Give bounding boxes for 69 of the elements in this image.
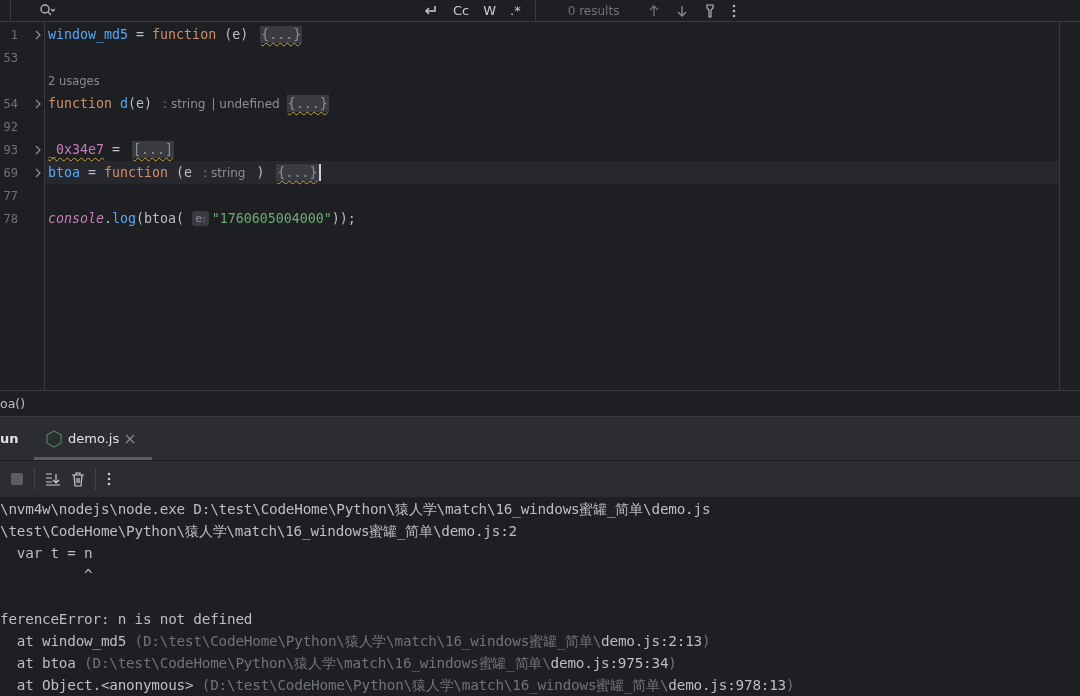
console-text: \nvm4w\nodejs\node.exe D:\test\CodeHome\Python\猿人学\match\16_windows蜜罐_简单\demo.js: [0, 500, 711, 520]
code-text: =: [135, 27, 146, 42]
code-text: ): [255, 165, 266, 180]
inlay-hint: | undefined: [210, 96, 281, 111]
code-text: =: [87, 165, 98, 180]
code-token: function: [104, 165, 169, 180]
search-option-toggle[interactable]: Cc: [453, 3, 470, 18]
console-text: var t = n: [15, 544, 93, 563]
usages-hint[interactable]: 2 usages: [48, 73, 100, 88]
code-token: "1760605004000": [211, 211, 332, 226]
console-text: demo.js:975:34: [550, 654, 669, 673]
code-token: d: [120, 96, 129, 111]
trash-icon[interactable]: [71, 471, 85, 487]
code-token: log: [112, 211, 137, 226]
console-text: (D:\test\CodeHome\Python\猿人学\match\16_windows蜜罐_简单\: [134, 632, 602, 652]
code-text: (e): [128, 96, 154, 111]
console-text: at Object.<anonymous>: [15, 676, 195, 695]
console-text: ): [786, 676, 795, 695]
code-text: ));: [331, 211, 356, 226]
line-number: 78: [2, 211, 18, 226]
console-text: (D:\test\CodeHome\Python\猿人学\match\16_windows蜜罐_简单\: [201, 676, 669, 696]
line-number: 53: [2, 50, 18, 65]
code-text: .: [104, 211, 113, 226]
code-token: function: [152, 27, 217, 42]
run-tab[interactable]: demo.js: [34, 417, 152, 460]
panel-title: un: [0, 430, 20, 448]
more-icon[interactable]: [731, 3, 738, 18]
console-text: ): [701, 632, 711, 651]
console-text: at btoa: [15, 654, 77, 673]
code-text: (e: [175, 165, 194, 180]
line-number: 92: [2, 119, 18, 134]
text-cursor: [318, 164, 321, 181]
line-number: 54: [2, 96, 18, 111]
chevron-icon[interactable]: [35, 98, 41, 109]
console-text: ^: [83, 566, 93, 585]
line-number: 77: [2, 188, 18, 203]
line-number: 1: [9, 27, 18, 42]
close-icon[interactable]: [125, 433, 136, 444]
search-icon[interactable]: [39, 3, 55, 18]
scroll-to-end-icon[interactable]: [45, 472, 61, 486]
code-text: (btoa(: [136, 211, 186, 226]
console-text: ferenceError: n is not defined: [0, 610, 253, 629]
breadcrumb[interactable]: oa(): [0, 396, 26, 411]
chevron-icon[interactable]: [35, 167, 41, 178]
console-text: \test\CodeHome\Python\猿人学\match\16_windows蜜罐_简单\demo.js:2: [0, 522, 517, 542]
code-token: console: [48, 211, 105, 226]
nodejs-icon: [46, 429, 62, 448]
line-number: 69: [2, 165, 18, 180]
code-token: _0x34e7: [48, 142, 105, 157]
console-text: demo.js:978:13: [668, 676, 787, 695]
code-token: window_md5: [48, 27, 129, 42]
console-text: demo.js:2:13: [601, 632, 702, 651]
results-count: 0 results: [567, 3, 620, 18]
more-icon[interactable]: [106, 472, 112, 486]
code-text: =: [111, 142, 122, 157]
inlay-hint: : string: [202, 165, 247, 180]
line-number: 93: [2, 142, 18, 157]
chevron-icon[interactable]: [35, 144, 41, 155]
console-text: at window_md5: [15, 632, 128, 652]
chevron-icon[interactable]: [35, 29, 41, 40]
code-text: (e): [223, 27, 250, 42]
inlay-hint: : string: [162, 96, 207, 111]
inlay-hint: e:: [192, 211, 209, 226]
console-text: (D:\test\CodeHome\Python\猿人学\match\16_windows蜜罐_简单\: [84, 654, 551, 674]
search-option-toggle[interactable]: W: [483, 3, 497, 18]
search-option-toggle[interactable]: .*: [510, 3, 521, 18]
code-token: btoa: [48, 165, 81, 180]
code-token: function: [48, 96, 114, 111]
console-text: ): [668, 654, 677, 673]
